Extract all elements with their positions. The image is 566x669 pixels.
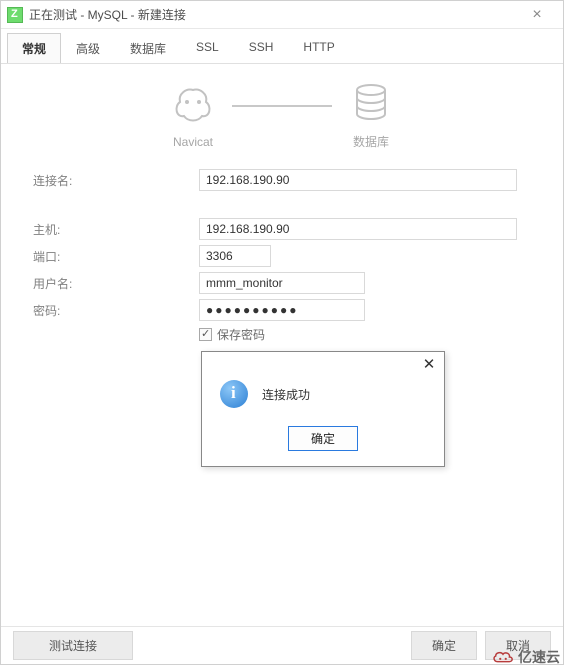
window-title: 正在测试 - MySQL - 新建连接 — [29, 6, 517, 23]
port-label: 端口: — [31, 248, 199, 265]
username-input[interactable] — [199, 272, 365, 294]
tab-bar: 常规 高级 数据库 SSL SSH HTTP — [1, 29, 563, 64]
password-label: 密码: — [31, 302, 199, 319]
tab-ssh[interactable]: SSH — [234, 33, 289, 63]
test-connection-button[interactable]: 测试连接 — [13, 631, 133, 660]
save-password-label: 保存密码 — [217, 326, 265, 343]
diagram-navicat-label: Navicat — [172, 135, 214, 149]
titlebar: 正在测试 - MySQL - 新建连接 × — [1, 1, 563, 29]
connection-name-input[interactable] — [199, 169, 517, 191]
database-cylinder-icon — [350, 82, 392, 122]
tab-database[interactable]: 数据库 — [115, 33, 181, 63]
host-label: 主机: — [31, 221, 199, 238]
navicat-elephant-icon — [172, 84, 214, 124]
tab-general[interactable]: 常规 — [7, 33, 61, 63]
close-icon[interactable]: × — [517, 6, 557, 24]
password-input[interactable] — [199, 299, 365, 321]
save-password-checkbox[interactable] — [199, 328, 212, 341]
diagram-database: 数据库 — [350, 82, 392, 150]
message-ok-button[interactable]: 确定 — [288, 426, 358, 451]
diagram-navicat: Navicat — [172, 84, 214, 149]
connection-name-label: 连接名: — [31, 172, 199, 189]
diagram-connector — [232, 105, 332, 107]
tab-advanced[interactable]: 高级 — [61, 33, 115, 63]
username-label: 用户名: — [31, 275, 199, 292]
tab-ssl[interactable]: SSL — [181, 33, 234, 63]
navicat-app-icon — [7, 7, 23, 23]
dialog-window: 正在测试 - MySQL - 新建连接 × 常规 高级 数据库 SSL SSH … — [0, 0, 564, 665]
content-area: Navicat 数据库 连接名: 主机: 端口: — [1, 64, 563, 343]
message-text: 连接成功 — [262, 386, 310, 403]
dialog-footer: 测试连接 确定 取消 — [1, 626, 563, 664]
diagram-database-label: 数据库 — [350, 133, 392, 150]
host-input[interactable] — [199, 218, 517, 240]
tab-http[interactable]: HTTP — [288, 33, 349, 63]
ok-button[interactable]: 确定 — [411, 631, 477, 660]
port-input[interactable] — [199, 245, 271, 267]
close-icon[interactable]: ✕ — [414, 355, 444, 373]
cancel-button[interactable]: 取消 — [485, 631, 551, 660]
save-password-row[interactable]: 保存密码 — [199, 326, 533, 343]
connection-diagram: Navicat 数据库 — [31, 82, 533, 150]
info-icon — [220, 380, 248, 408]
message-dialog: ✕ 连接成功 确定 — [201, 351, 445, 467]
